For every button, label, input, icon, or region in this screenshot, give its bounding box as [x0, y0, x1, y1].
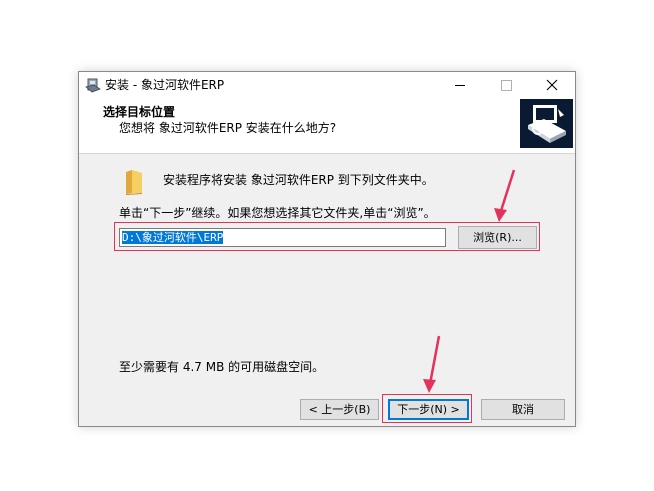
disk-space-text: 至少需要有 4.7 MB 的可用磁盘空间。 — [119, 360, 325, 374]
folder-icon — [124, 169, 144, 195]
maximize-button[interactable] — [483, 72, 529, 98]
install-location-text: 安装程序将安装 象过河软件ERP 到下列文件夹中。 — [163, 173, 434, 187]
close-icon — [546, 79, 558, 91]
cancel-button[interactable]: 取消 — [481, 399, 565, 420]
page-subtitle: 您想将 象过河软件ERP 安装在什么地方? — [119, 121, 337, 135]
title-bar[interactable]: 安装 - 象过河软件ERP — [79, 72, 575, 98]
path-highlight-box — [114, 222, 540, 251]
next-highlight-box — [382, 394, 472, 423]
page-title: 选择目标位置 — [103, 105, 176, 119]
close-button[interactable] — [529, 72, 575, 98]
wizard-header: 选择目标位置 您想将 象过河软件ERP 安装在什么地方? — [79, 98, 575, 154]
red-arrow-icon — [423, 335, 441, 393]
minimize-button[interactable] — [437, 72, 483, 98]
back-button[interactable]: < 上一步(B) — [300, 399, 379, 420]
window-title: 安装 - 象过河软件ERP — [105, 78, 225, 92]
continue-instruction-text: 单击“下一步”继续。如果您想选择其它文件夹,单击“浏览”。 — [119, 206, 436, 220]
computer-box-icon — [520, 99, 573, 148]
installer-icon — [85, 77, 101, 93]
red-arrow-icon — [494, 169, 516, 222]
